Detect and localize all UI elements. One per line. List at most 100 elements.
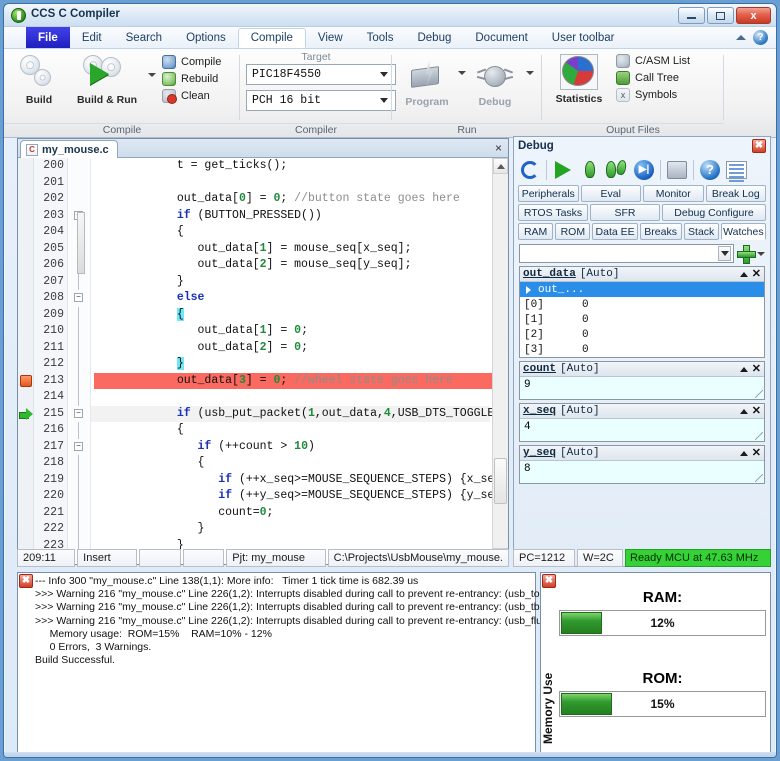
build-and-run-button[interactable]: Build & Run	[68, 53, 146, 106]
tab-stack[interactable]: Stack	[683, 223, 719, 240]
menu-item-file[interactable]: File	[26, 27, 70, 48]
breakpoint-icon[interactable]	[20, 374, 32, 387]
tab-debug-configure[interactable]: Debug Configure	[662, 204, 766, 221]
output-close-icon[interactable]: ✖	[19, 574, 33, 588]
target-device-combo[interactable]: PIC18F4550	[246, 64, 396, 85]
close-button[interactable]: x	[736, 7, 771, 24]
clean-button[interactable]: Clean	[162, 89, 221, 104]
tab-watches[interactable]: Watches	[720, 223, 766, 240]
debug-dropdown-icon[interactable]	[526, 71, 534, 75]
watch-row[interactable]: [3] 0	[520, 342, 764, 357]
expander-icon[interactable]	[526, 285, 531, 294]
watch-close-icon[interactable]: ✕	[752, 406, 761, 417]
code-line[interactable]: 205 out_data[1] = mouse_seq[x_seq];	[18, 240, 492, 257]
tab-peripherals[interactable]: Peripherals	[518, 185, 579, 202]
code-line[interactable]: 200 t = get_ticks();	[18, 158, 492, 175]
code-line[interactable]: 218 {	[18, 455, 492, 472]
compiler-combo[interactable]: PCH 16 bit	[246, 90, 396, 111]
compile-button[interactable]: Compile	[162, 55, 221, 69]
minimize-button[interactable]	[678, 7, 705, 24]
code-line[interactable]: 210 out_data[1] = 0;	[18, 323, 492, 340]
watch-collapse-icon[interactable]	[739, 408, 748, 414]
code-line[interactable]: 209 {	[18, 306, 492, 323]
menu-item-options[interactable]: Options	[174, 27, 238, 48]
code-line[interactable]: 203− if (BUTTON_PRESSED())	[18, 208, 492, 225]
code-line[interactable]: 212 }	[18, 356, 492, 373]
symbols-button[interactable]: x Symbols	[616, 88, 690, 102]
watch-value[interactable]: 9	[520, 377, 764, 399]
add-watch-dropdown-icon[interactable]	[757, 251, 765, 256]
watch-collapse-icon[interactable]	[739, 450, 748, 456]
debug-button[interactable]: Debug	[466, 57, 524, 108]
code-line[interactable]: 207 }	[18, 273, 492, 290]
watch-row[interactable]: [0] 0	[520, 297, 764, 312]
code-line[interactable]: 202 out_data[0] = 0; //button state goes…	[18, 191, 492, 208]
debug-close-icon[interactable]: ✖	[752, 139, 766, 153]
code-line[interactable]: 215− if (usb_put_packet(1,out_data,4,USB…	[18, 405, 508, 422]
watch-row[interactable]: [2] 0	[520, 327, 764, 342]
watch-row-root[interactable]: out_...	[520, 282, 764, 297]
resize-grip-icon[interactable]	[755, 432, 763, 440]
code-line[interactable]: 221 count=0;	[18, 504, 492, 521]
add-watch-button[interactable]	[737, 245, 756, 264]
program-dropdown-icon[interactable]	[458, 71, 466, 75]
tab-break-log[interactable]: Break Log	[705, 185, 766, 202]
menu-item-debug[interactable]: Debug	[405, 27, 463, 48]
editor-tab-my-mouse-c[interactable]: C my_mouse.c	[20, 140, 118, 158]
code-line[interactable]: 213 out_data[3] = 0; //wheel state goes …	[18, 372, 492, 389]
help-icon[interactable]: ?	[753, 30, 768, 45]
go-icon[interactable]	[552, 159, 574, 181]
step-into-icon[interactable]	[606, 159, 628, 181]
menu-item-edit[interactable]: Edit	[70, 27, 114, 48]
code-line[interactable]: 206 out_data[2] = mouse_seq[y_seq];	[18, 257, 492, 274]
casm-list-button[interactable]: C/ASM List	[616, 54, 690, 68]
menu-item-document[interactable]: Document	[463, 27, 539, 48]
reset-icon[interactable]	[519, 159, 541, 181]
code-line[interactable]: 222 }	[18, 521, 492, 538]
tab-rom[interactable]: ROM	[555, 223, 591, 240]
chevron-up-icon[interactable]	[736, 35, 746, 40]
watch-value[interactable]: 8	[520, 461, 764, 483]
watch-close-icon[interactable]: ✕	[752, 448, 761, 459]
editor-close-icon[interactable]: ×	[495, 142, 502, 154]
menu-item-compile[interactable]: Compile	[237, 28, 306, 48]
resize-grip-icon[interactable]	[755, 390, 763, 398]
tab-eval[interactable]: Eval	[580, 185, 641, 202]
maximize-button[interactable]	[707, 7, 734, 24]
menu-item-tools[interactable]: Tools	[355, 27, 406, 48]
code-line[interactable]: 220 if (++y_seq>=MOUSE_SEQUENCE_STEPS) {…	[18, 488, 508, 505]
help-icon[interactable]: ?	[699, 159, 721, 181]
tab-rtos-tasks[interactable]: RTOS Tasks	[518, 204, 588, 221]
code-lines[interactable]: 200 t = get_ticks(); 201 202 out_data[0] =…	[18, 158, 508, 564]
watch-collapse-icon[interactable]	[739, 271, 748, 277]
log-icon[interactable]	[726, 159, 748, 182]
code-area[interactable]: 200 t = get_ticks(); 201 202 out_data[0] =…	[18, 158, 508, 564]
tab-sfr[interactable]: SFR	[590, 204, 660, 221]
tab-breaks[interactable]: Breaks	[639, 223, 682, 240]
editor-vertical-scrollbar[interactable]	[492, 158, 508, 564]
watch-value[interactable]: 4	[520, 419, 764, 441]
step-out-icon[interactable]: ▶|	[633, 159, 655, 181]
tab-monitor[interactable]: Monitor	[643, 185, 704, 202]
program-button[interactable]: Program	[398, 57, 456, 108]
snapshot-icon[interactable]	[666, 159, 688, 181]
statistics-button[interactable]: Statistics	[548, 52, 610, 105]
scrollbar-thumb[interactable]	[494, 458, 507, 504]
menu-item-view[interactable]: View	[306, 27, 355, 48]
tab-data-ee[interactable]: Data EE	[592, 223, 638, 240]
build-run-dropdown-icon[interactable]	[148, 73, 156, 77]
tab-ram[interactable]: RAM	[518, 223, 554, 240]
step-over-icon[interactable]	[579, 159, 601, 181]
code-line[interactable]: 211 out_data[2] = 0;	[18, 339, 492, 356]
code-line[interactable]: 219 if (++x_seq>=MOUSE_SEQUENCE_STEPS) {…	[18, 471, 508, 488]
watch-collapse-icon[interactable]	[739, 366, 748, 372]
watch-row[interactable]: [1] 0	[520, 312, 764, 327]
watch-close-icon[interactable]: ✕	[752, 364, 761, 375]
menu-item-search[interactable]: Search	[114, 27, 174, 48]
chevron-down-icon[interactable]	[718, 246, 731, 261]
code-line[interactable]: 216 {	[18, 422, 492, 439]
code-line[interactable]: 208− else	[18, 290, 492, 307]
code-line[interactable]: 214	[18, 389, 492, 406]
memory-close-icon[interactable]: ✖	[542, 574, 556, 588]
code-line[interactable]: 201	[18, 175, 492, 192]
